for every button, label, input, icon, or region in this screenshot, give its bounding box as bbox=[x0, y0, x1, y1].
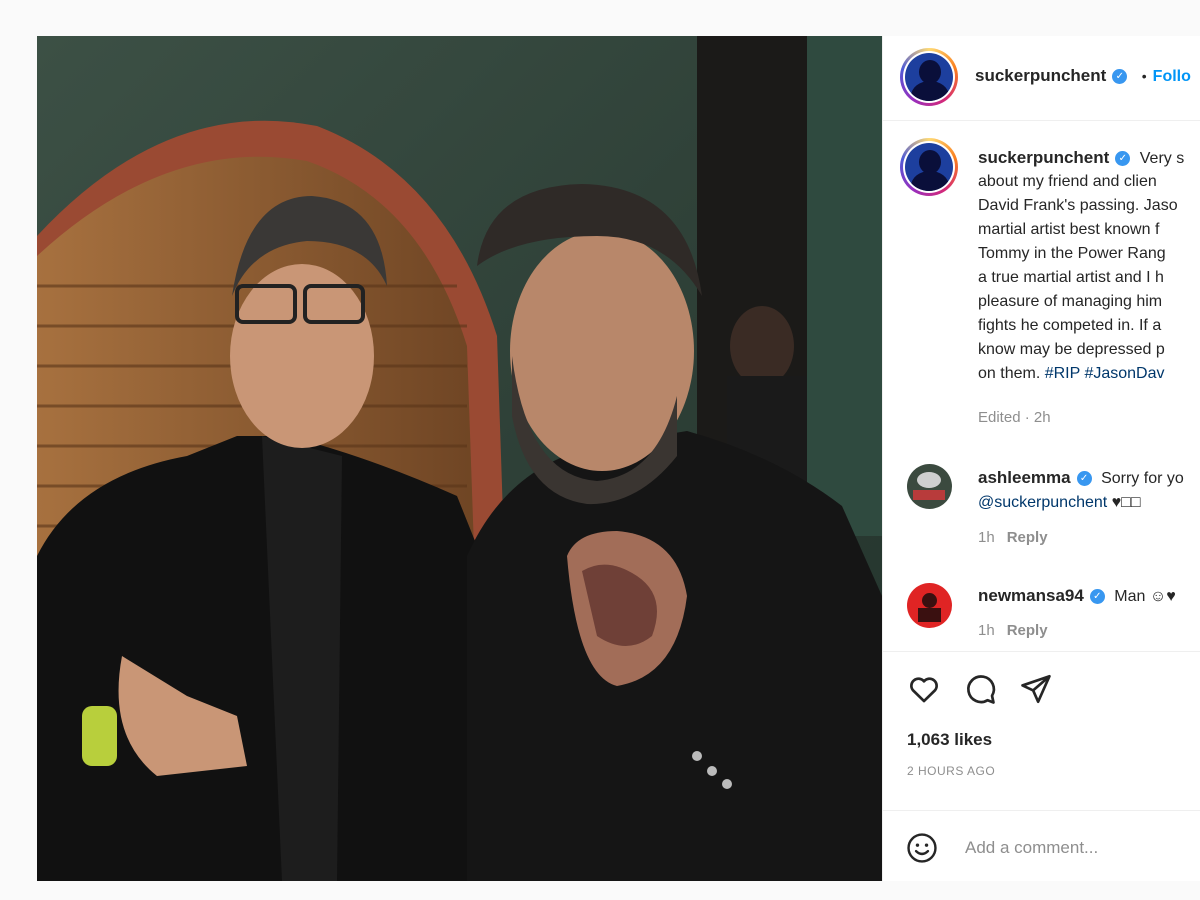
comment-time: 1h bbox=[978, 622, 995, 639]
comment-text: Man ☺♥ bbox=[1114, 588, 1176, 605]
separator-dot: • bbox=[1141, 68, 1147, 84]
caption-text-line: pleasure of managing him bbox=[978, 293, 1163, 310]
verified-badge-icon: ✓ bbox=[1076, 471, 1092, 487]
reply-button[interactable]: Reply bbox=[1007, 529, 1048, 546]
mention-link[interactable]: @suckerpunchent bbox=[978, 494, 1107, 511]
caption-text-line: fights he competed in. If a bbox=[978, 317, 1162, 334]
caption-username[interactable]: suckerpunchent bbox=[978, 148, 1109, 167]
avatar-image bbox=[905, 53, 953, 101]
caption-meta: Edited · 2h bbox=[978, 409, 1051, 426]
comment-time: 1h bbox=[978, 529, 995, 546]
commenter-username[interactable]: newmansa94 bbox=[978, 586, 1084, 605]
caption-text-line: a true martial artist and I h bbox=[978, 269, 1164, 286]
comment-icon[interactable] bbox=[963, 672, 997, 706]
verified-badge-icon: ✓ bbox=[1112, 69, 1128, 85]
comment-input[interactable] bbox=[963, 833, 1187, 863]
paper-plane-icon[interactable] bbox=[1019, 672, 1053, 706]
follow-button[interactable]: Follo bbox=[1153, 68, 1191, 85]
commenter-avatar[interactable] bbox=[907, 583, 952, 628]
author-avatar[interactable] bbox=[900, 48, 958, 106]
verified-badge-icon: ✓ bbox=[1115, 151, 1131, 167]
comment-bar bbox=[883, 810, 1200, 881]
post-photo[interactable] bbox=[37, 36, 882, 881]
caption-text-line: on them. bbox=[978, 365, 1041, 382]
caption-avatar[interactable] bbox=[900, 138, 958, 196]
post-timestamp: 2 HOURS AGO bbox=[907, 764, 996, 778]
emoji-icon[interactable] bbox=[905, 831, 939, 865]
heart-icon[interactable] bbox=[907, 672, 941, 706]
caption-text-line: about my friend and clien bbox=[978, 173, 1157, 190]
caption-text-line: Tommy in the Power Rang bbox=[978, 245, 1166, 262]
photo-image bbox=[37, 36, 882, 881]
comment-text: ♥□□ bbox=[1107, 494, 1141, 511]
likes-count[interactable]: 1,063 likes bbox=[907, 730, 992, 750]
caption-text-line: David Frank's passing. Jaso bbox=[978, 197, 1178, 214]
author-username[interactable]: suckerpunchent bbox=[975, 66, 1106, 85]
hashtag-link[interactable]: #JasonDav bbox=[1084, 365, 1164, 382]
comment-text: Sorry for yo bbox=[1101, 470, 1184, 487]
commenter-avatar[interactable] bbox=[907, 464, 952, 509]
avatar-image bbox=[905, 143, 953, 191]
action-bar: 1,063 likes 2 HOURS AGO bbox=[883, 651, 1200, 881]
hashtag-link[interactable]: #RIP bbox=[1045, 365, 1080, 382]
caption-text-line: Very s bbox=[1139, 150, 1185, 167]
post-header: suckerpunchent ✓ • Follo bbox=[883, 36, 1200, 121]
reply-button[interactable]: Reply bbox=[1007, 622, 1048, 639]
verified-badge-icon: ✓ bbox=[1089, 589, 1105, 605]
caption-text-line: martial artist best known f bbox=[978, 221, 1160, 238]
caption-text-line: know may be depressed p bbox=[978, 341, 1165, 358]
post-panel: suckerpunchent ✓ • Follo suckerpunchent ✓ V… bbox=[882, 36, 1200, 881]
commenter-username[interactable]: ashleemma bbox=[978, 468, 1071, 487]
